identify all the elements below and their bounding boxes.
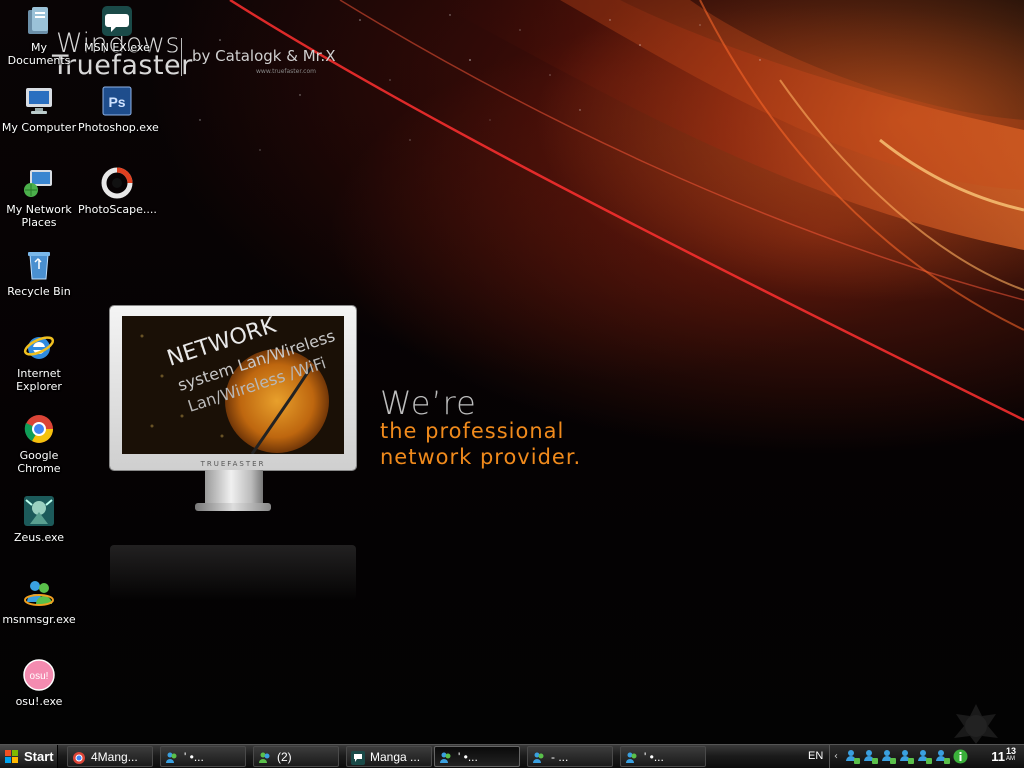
msn-contact-icon[interactable] <box>863 749 878 764</box>
taskbar-item-msn-chat[interactable]: ' •... <box>620 746 706 767</box>
msn-icon <box>439 750 453 764</box>
wallpaper-monitor: NETWORK system Lan/Wireless Lan/Wireless… <box>110 306 356 470</box>
taskbar-item-label: 4Mang... <box>91 749 138 764</box>
speech-bubble-icon <box>100 4 134 38</box>
desktop-icon-label: Recycle Bin <box>7 285 71 298</box>
monitor-reflection <box>110 545 356 600</box>
folder-icon <box>22 4 56 38</box>
desktop-icon-internet-explorer[interactable]: Internet Explorer <box>0 330 78 393</box>
desktop-icon-zeus[interactable]: Zeus.exe <box>0 494 78 544</box>
desktop-icon-label: Photoshop.exe <box>78 121 159 134</box>
wallpaper-tagline-line1: the professional <box>380 419 565 443</box>
start-button[interactable]: Start <box>0 745 58 768</box>
desktop-icon-label: My Computer <box>1 121 77 134</box>
desktop-icon-my-network-places[interactable]: My Network Places <box>0 166 78 229</box>
wallpaper-brand-separator <box>181 38 182 76</box>
msn-contact-icon[interactable] <box>881 749 896 764</box>
taskbar-item-msn-chat-active[interactable]: ' •... <box>434 746 520 767</box>
chrome-icon <box>72 750 86 764</box>
clock-hours: 11 <box>991 749 1005 764</box>
desktop[interactable]: Windows Truefaster by Catalogk & Mr.X ww… <box>0 0 1024 744</box>
zeus-icon <box>22 494 56 528</box>
taskbar-item-label: Manga ... <box>370 749 421 764</box>
msn-contact-icon[interactable] <box>899 749 914 764</box>
wallpaper-brand-url: www.truefaster.com <box>256 68 316 75</box>
chrome-icon <box>22 412 56 446</box>
svg-text:osu!: osu! <box>30 671 49 682</box>
taskbar-item-label: ' •... <box>184 749 204 764</box>
clock[interactable]: 11 13 AM <box>991 746 1016 765</box>
taskbar-item-label: ' •... <box>644 749 664 764</box>
desktop-icon-photoscape[interactable]: PhotoScape.... <box>78 166 157 216</box>
computer-icon <box>22 84 56 118</box>
msn-contact-icon[interactable] <box>917 749 932 764</box>
desktop-icon-label: MSN EX.exe <box>84 41 150 54</box>
desktop-icon-my-documents[interactable]: My Documents <box>0 4 78 67</box>
msn-icon <box>532 750 546 764</box>
desktop-icon-label: PhotoScape.... <box>78 203 157 216</box>
taskbar-item-label: - ... <box>551 749 569 764</box>
desktop-icon-msn-ex[interactable]: MSN EX.exe <box>78 4 156 54</box>
taskbar-item-manga[interactable]: Manga ... <box>346 746 432 767</box>
ie-icon <box>22 330 56 364</box>
msn-contact-icon[interactable] <box>845 749 860 764</box>
msn-messenger-icon <box>22 576 56 610</box>
wallpaper-tagline-line2: network provider. <box>380 445 582 469</box>
network-icon <box>22 166 56 200</box>
desktop-icon-label: Google Chrome <box>17 449 61 475</box>
system-tray: ‹ 11 13 AM <box>829 745 1024 768</box>
svg-text:Ps: Ps <box>108 94 125 110</box>
info-icon[interactable] <box>953 749 968 764</box>
msn-icon <box>165 750 179 764</box>
watermark-logo <box>954 704 998 744</box>
tray-expand-chevron-icon[interactable]: ‹ <box>834 751 838 762</box>
photoscape-icon <box>100 166 134 200</box>
desktop-icon-osu[interactable]: osu! osu!.exe <box>0 658 78 708</box>
desktop-icon-recycle-bin[interactable]: Recycle Bin <box>0 248 78 298</box>
desktop-icon-label: My Network Places <box>6 203 72 229</box>
desktop-icon-label: Internet Explorer <box>16 367 62 393</box>
msn-contact-icon[interactable] <box>935 749 950 764</box>
monitor-screen-art: NETWORK system Lan/Wireless Lan/Wireless… <box>122 316 344 454</box>
desktop-icon-msnmsgr[interactable]: msnmsgr.exe <box>0 576 78 626</box>
desktop-icon-label: osu!.exe <box>15 695 63 708</box>
taskbar-item-label: ' •... <box>458 749 478 764</box>
clock-ampm: AM <box>1005 756 1015 762</box>
monitor-stand <box>205 470 263 506</box>
monitor-brand-text: TRUEFASTER <box>200 460 266 468</box>
speech-bubble-icon <box>351 750 365 765</box>
desktop-icon-photoshop[interactable]: Ps Photoshop.exe <box>78 84 159 134</box>
start-label: Start <box>24 749 54 764</box>
monitor-stand-base <box>195 503 271 511</box>
desktop-icon-my-computer[interactable]: My Computer <box>0 84 78 134</box>
desktop-icon-google-chrome[interactable]: Google Chrome <box>0 412 78 475</box>
msn-icon <box>625 750 639 764</box>
osu-icon: osu! <box>22 658 56 692</box>
language-indicator[interactable]: EN <box>808 750 823 762</box>
clock-minutes: 13 <box>1005 746 1016 756</box>
taskbar-item-chrome[interactable]: 4Mang... <box>67 746 153 767</box>
taskbar: Start 4Mang... ' •... (2) Manga ... ' •.… <box>0 744 1024 768</box>
monitor-screen: NETWORK system Lan/Wireless Lan/Wireless… <box>122 316 344 454</box>
taskbar-item-msn-chat[interactable]: ' •... <box>160 746 246 767</box>
taskbar-item-msn-chat[interactable]: (2) <box>253 746 339 767</box>
wallpaper-brand-credit: by Catalogk & Mr.X <box>192 47 336 65</box>
recycle-bin-icon <box>22 248 56 282</box>
photoshop-icon: Ps <box>100 84 134 118</box>
taskbar-item-label: (2) <box>277 749 292 764</box>
windows-flag-icon <box>4 749 20 765</box>
msn-icon <box>258 750 272 764</box>
wallpaper-tagline-lead: We’re <box>380 384 477 422</box>
desktop-icon-label: My Documents <box>7 41 71 67</box>
desktop-icon-label: msnmsgr.exe <box>2 613 76 626</box>
desktop-icon-label: Zeus.exe <box>13 531 64 544</box>
taskbar-item-msn-chat[interactable]: - ... <box>527 746 613 767</box>
